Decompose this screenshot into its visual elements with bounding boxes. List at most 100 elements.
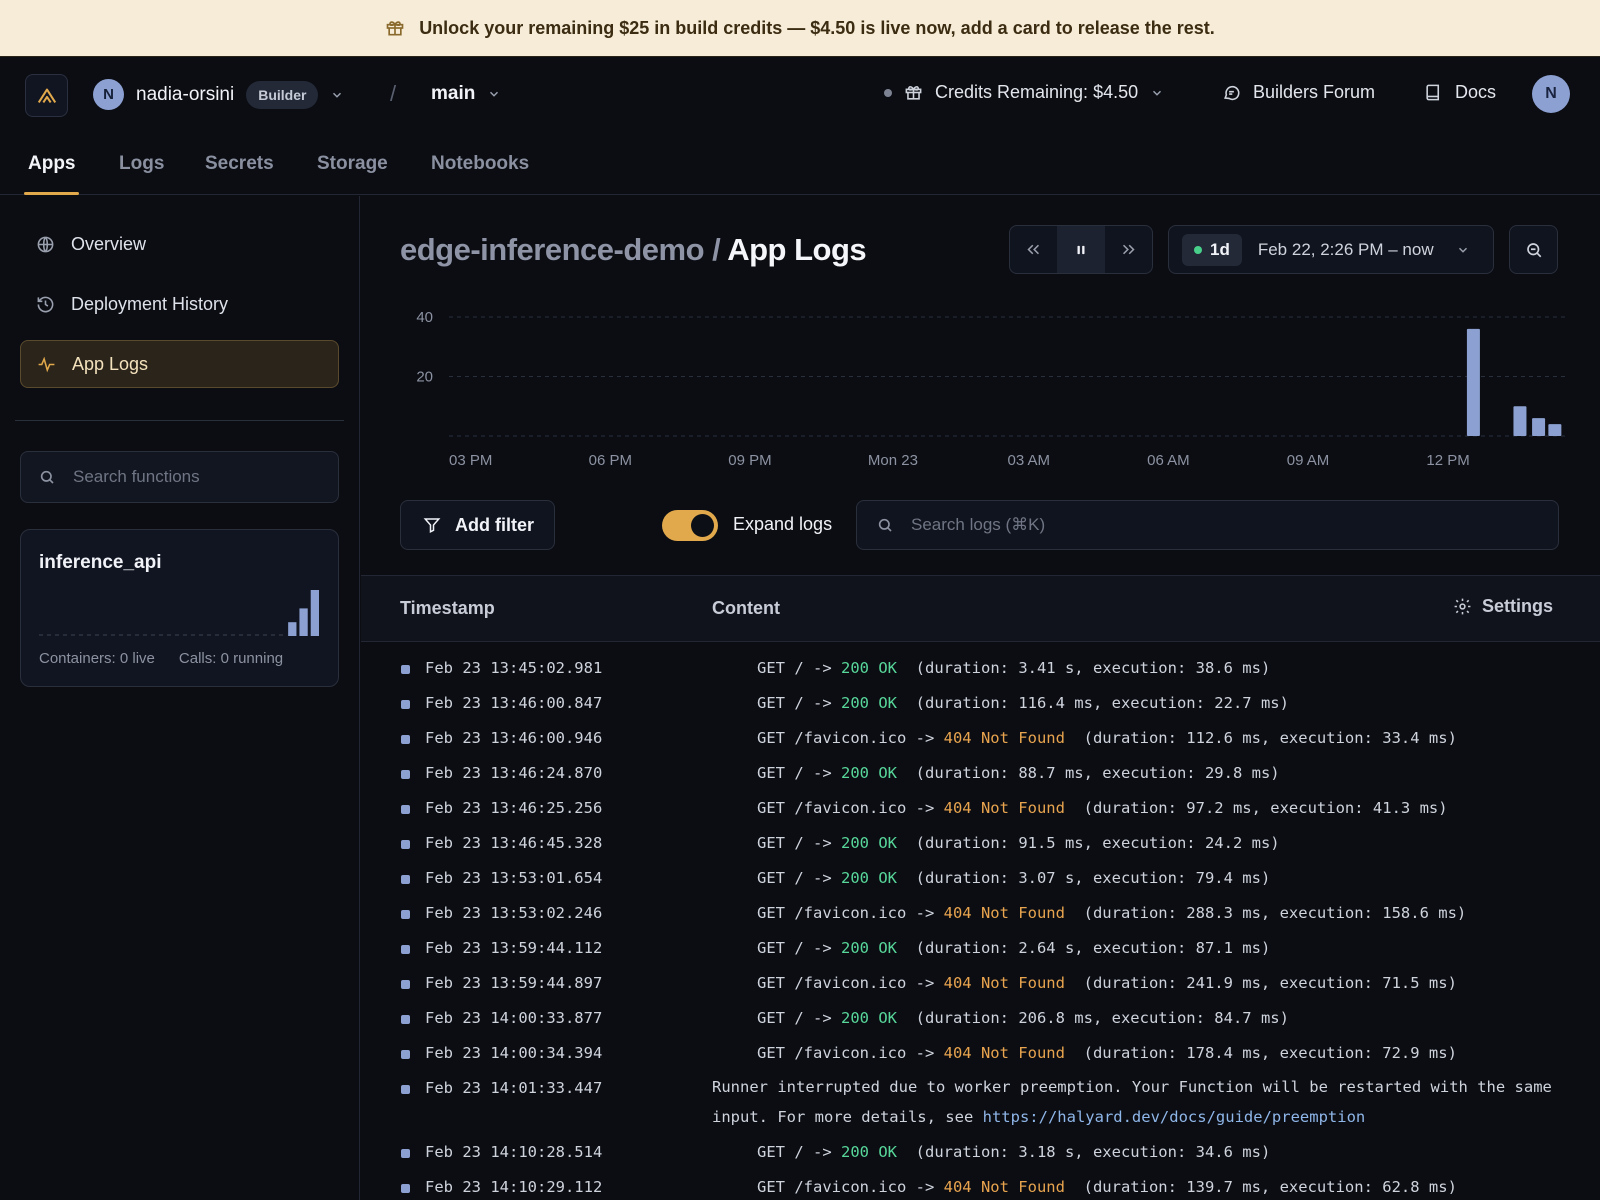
tab-apps[interactable]: Apps	[28, 153, 76, 175]
settings-label: Settings	[1481, 596, 1553, 616]
log-rows: Feb 23 13:45:02.981 GET / -> 200 OK (dura…	[361, 651, 1600, 1200]
app-logo[interactable]	[25, 74, 68, 117]
tab-logs[interactable]: Logs	[119, 153, 164, 175]
log-level-marker	[401, 735, 410, 744]
toggle-knob	[691, 514, 714, 537]
function-sparkline	[39, 590, 319, 636]
timestamp-header: Timestamp	[400, 598, 495, 618]
timing-detail: (duration: 2.64 s, execution: 87.1 ms)	[897, 939, 1271, 957]
log-timestamp: Feb 23 14:10:29.112	[425, 1178, 603, 1196]
pause-button[interactable]	[1057, 226, 1105, 273]
zoom-out-button[interactable]	[1509, 225, 1558, 274]
top-bar: N nadia-orsini Builder / main Credits Re…	[0, 57, 1600, 135]
log-row[interactable]: Feb 23 13:46:45.328 GET / -> 200 OK (dura…	[361, 826, 1600, 861]
status-code: 404 Not Found	[943, 974, 1065, 992]
request-line: GET / ->	[757, 939, 841, 957]
containers-count: Containers: 0 live	[39, 650, 155, 667]
docs-link[interactable]: Docs	[1424, 82, 1496, 103]
skip-back-button[interactable]	[1010, 226, 1057, 273]
y-tick-label: 40	[416, 309, 433, 326]
log-message: GET / -> 200 OK (duration: 206.8 ms, exe…	[757, 1009, 1289, 1027]
log-row[interactable]: Feb 23 14:00:33.877 GET / -> 200 OK (dura…	[361, 1001, 1600, 1036]
skip-forward-button[interactable]	[1105, 226, 1152, 273]
log-timestamp: Feb 23 13:53:01.654	[425, 869, 603, 887]
log-message: GET /favicon.ico -> 404 Not Found (durat…	[757, 904, 1466, 922]
sidebar-item-overview[interactable]: Overview	[20, 220, 339, 268]
forum-link[interactable]: Builders Forum	[1222, 82, 1375, 103]
chart-bar	[1532, 418, 1546, 436]
log-row[interactable]: Feb 23 14:10:28.514 GET / -> 200 OK (dura…	[361, 1135, 1600, 1170]
status-code: 200 OK	[841, 939, 897, 957]
sidebar-item-app-logs[interactable]: App Logs	[20, 340, 339, 388]
environment-name: main	[431, 83, 476, 104]
function-card[interactable]: inference_api Containers: 0 live Calls: …	[20, 529, 339, 687]
log-row[interactable]: Feb 23 14:00:34.394 GET /favicon.ico -> 4…	[361, 1036, 1600, 1071]
credits-dropdown[interactable]: Credits Remaining: $4.50	[884, 82, 1164, 103]
request-line: GET / ->	[757, 1009, 841, 1027]
chevron-down-icon	[330, 88, 344, 102]
x-tick-label: 09 PM	[728, 452, 771, 469]
gift-icon	[905, 86, 922, 100]
activity-icon	[38, 356, 55, 372]
chart-bar	[1466, 328, 1480, 436]
log-level-marker	[401, 665, 410, 674]
status-code: 200 OK	[841, 764, 897, 782]
credits-banner[interactable]: Unlock your remaining $25 in build credi…	[0, 0, 1600, 57]
log-row[interactable]: Feb 23 13:46:00.946 GET /favicon.ico -> 4…	[361, 721, 1600, 756]
log-row[interactable]: Feb 23 13:53:01.654 GET / -> 200 OK (dura…	[361, 861, 1600, 896]
log-row[interactable]: Feb 23 13:53:02.246 GET /favicon.ico -> 4…	[361, 896, 1600, 931]
log-message: GET /favicon.ico -> 404 Not Found (durat…	[757, 729, 1457, 747]
search-icon	[878, 518, 892, 532]
log-search-placeholder: Search logs (⌘K)	[911, 515, 1046, 534]
log-row[interactable]: Feb 23 14:01:33.447 Runner interrupted du…	[361, 1071, 1600, 1135]
log-row[interactable]: Feb 23 14:10:29.112 GET /favicon.ico -> 4…	[361, 1170, 1600, 1200]
log-volume-chart: 20 40 03 PM 06 PM 09 PM Mon 23 03 AM 06 AM 09 AM…	[416, 309, 1566, 469]
timing-detail: (duration: 206.8 ms, execution: 84.7 ms)	[897, 1009, 1289, 1027]
status-code: 200 OK	[841, 1143, 897, 1161]
x-tick-label: 09 AM	[1287, 452, 1330, 469]
tab-secrets[interactable]: Secrets	[205, 153, 274, 175]
log-row[interactable]: Feb 23 13:59:44.897 GET /favicon.ico -> 4…	[361, 966, 1600, 1001]
log-level-marker	[401, 770, 410, 779]
x-tick-label: Mon 23	[868, 452, 918, 469]
add-filter-button[interactable]: Add filter	[400, 500, 555, 550]
log-level-marker	[401, 1085, 410, 1094]
sparkline-bar	[288, 622, 297, 636]
chevron-down-icon	[1150, 86, 1164, 100]
log-row[interactable]: Feb 23 13:46:00.847 GET / -> 200 OK (dura…	[361, 686, 1600, 721]
chart-bar	[1548, 424, 1562, 436]
request-line: GET /favicon.ico ->	[757, 1178, 944, 1196]
sidebar-item-deployment-history[interactable]: Deployment History	[20, 280, 339, 328]
request-line: GET / ->	[757, 1143, 841, 1161]
status-code: 404 Not Found	[943, 1044, 1065, 1062]
search-placeholder: Search functions	[73, 467, 200, 486]
time-range-picker[interactable]: 1d Feb 22, 2:26 PM – now	[1168, 225, 1494, 274]
log-search-input[interactable]: Search logs (⌘K)	[856, 500, 1559, 550]
request-line: GET / ->	[757, 869, 841, 887]
app-name-link[interactable]: edge-inference-demo	[400, 232, 705, 267]
globe-icon	[37, 236, 54, 252]
log-row[interactable]: Feb 23 13:59:44.112 GET / -> 200 OK (dura…	[361, 931, 1600, 966]
log-level-marker	[401, 805, 410, 814]
status-code: 200 OK	[841, 694, 897, 712]
environment-switcher[interactable]: main	[431, 83, 501, 105]
expand-logs-toggle[interactable]	[662, 510, 718, 541]
log-row[interactable]: Feb 23 13:46:24.870 GET / -> 200 OK (dura…	[361, 756, 1600, 791]
log-timestamp: Feb 23 14:10:28.514	[425, 1143, 603, 1161]
function-stats: Containers: 0 live Calls: 0 running	[39, 650, 283, 667]
zoom-out-icon	[1526, 242, 1541, 257]
function-search-input[interactable]: Search functions	[20, 451, 339, 503]
tab-notebooks[interactable]: Notebooks	[431, 153, 529, 175]
user-avatar[interactable]: N	[1532, 75, 1570, 113]
docs-link[interactable]: https://halyard.dev/docs/guide/preemptio…	[983, 1108, 1366, 1126]
log-row[interactable]: Feb 23 13:45:02.981 GET / -> 200 OK (dura…	[361, 651, 1600, 686]
chart-bar	[1513, 406, 1527, 436]
table-settings-button[interactable]: Settings	[1453, 596, 1553, 617]
log-level-marker	[401, 840, 410, 849]
forum-label: Builders Forum	[1253, 82, 1376, 102]
org-switcher[interactable]: N nadia-orsini Builder	[93, 79, 344, 110]
chevrons-left-icon	[1027, 244, 1040, 255]
timing-detail: (duration: 91.5 ms, execution: 24.2 ms)	[897, 834, 1280, 852]
tab-storage[interactable]: Storage	[317, 153, 388, 175]
log-row[interactable]: Feb 23 13:46:25.256 GET /favicon.ico -> 4…	[361, 791, 1600, 826]
